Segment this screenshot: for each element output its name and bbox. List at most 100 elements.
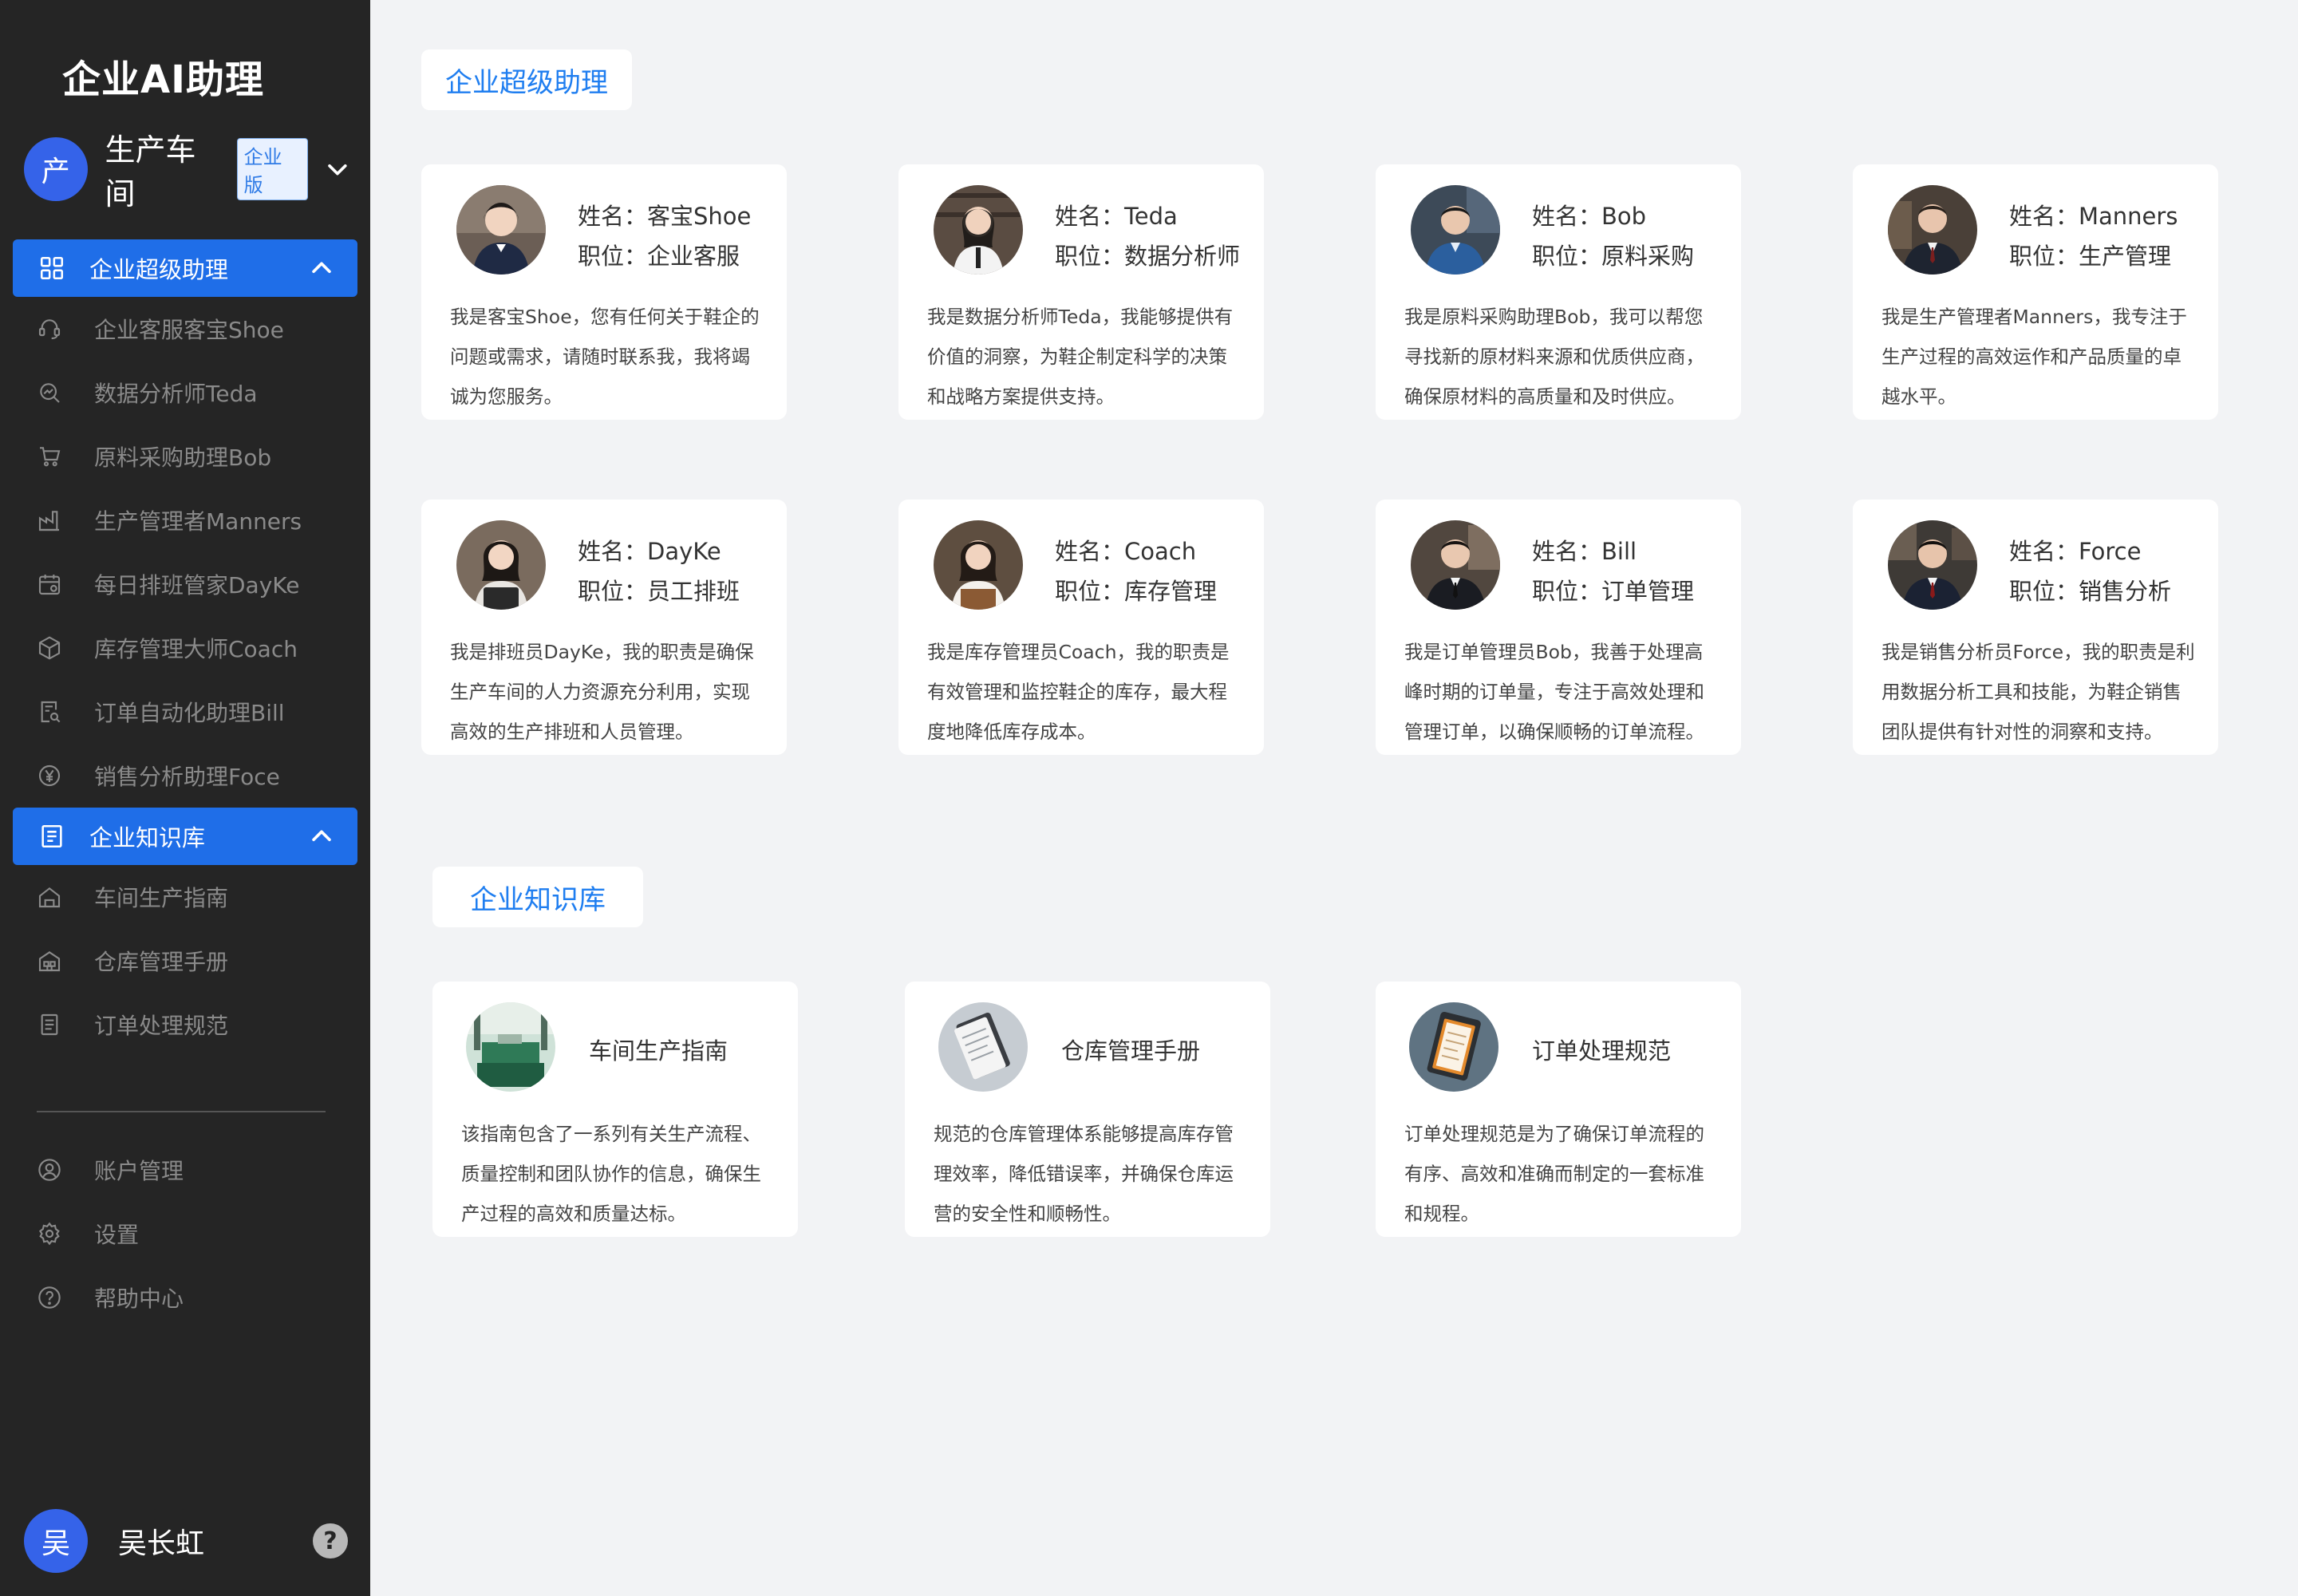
description-line: 诚为您服务。 — [450, 385, 563, 408]
yen-icon — [38, 764, 61, 787]
sidebar-item-order-automation[interactable]: 订单自动化助理Bill — [0, 680, 370, 744]
sidebar-item-production-manager[interactable]: 生产管理者Manners — [0, 488, 370, 552]
chevron-up-icon — [312, 262, 331, 274]
assistant-role: 职位：库存管理 — [1055, 578, 1218, 605]
description-line: 营的安全性和顺畅性。 — [934, 1203, 1121, 1225]
knowledge-card[interactable]: 订单处理规范 订单处理规范是为了确保订单流程的 有序、高效和准确而制定的一套标准… — [1376, 982, 1741, 1237]
assistant-description: 我是原料采购助理Bob，我可以帮您 寻找新的原材料来源和优质供应商， 确保原材料… — [1404, 297, 1720, 417]
help-button[interactable]: ? — [313, 1523, 348, 1558]
assistant-card[interactable]: 姓名：Force 职位：销售分析 我是销售分析员Force，我的职责是利 用数据… — [1853, 500, 2218, 755]
sidebar-item-account[interactable]: 账户管理 — [0, 1138, 370, 1202]
description-line: 问题或需求，请随时联系我，我将竭 — [450, 346, 750, 368]
sidebar-item-workshop-guide[interactable]: 车间生产指南 — [0, 865, 370, 929]
assistant-role: 职位：数据分析师 — [1055, 243, 1241, 270]
assistant-card[interactable]: 姓名：Bill 职位：订单管理 我是订单管理员Bob，我善于处理高 峰时期的订单… — [1376, 500, 1741, 755]
assistant-avatar-icon — [934, 185, 1023, 275]
sidebar-item-label: 仓库管理手册 — [94, 949, 229, 975]
assistant-name: 姓名：Bob — [1532, 203, 1647, 230]
gear-icon — [38, 1222, 60, 1246]
assistant-meta: 姓名：Bob 职位：原料采购 — [1532, 196, 1694, 276]
assistant-card[interactable]: 姓名：客宝Shoe 职位：企业客服 我是客宝Shoe，您有任何关于鞋企的 问题或… — [421, 164, 787, 420]
assistant-role: 职位：企业客服 — [578, 243, 740, 270]
sidebar-item-inventory[interactable]: 库存管理大师Coach — [0, 616, 370, 680]
knowledge-description: 规范的仓库管理体系能够提高库存管 理效率，降低错误率，并确保仓库运 营的安全性和… — [934, 1114, 1250, 1234]
assistant-meta: 姓名：Manners 职位：生产管理 — [2009, 196, 2178, 276]
assistant-name: 姓名：DayKe — [578, 538, 721, 565]
assistant-card[interactable]: 姓名：Manners 职位：生产管理 我是生产管理者Manners，我专注于 生… — [1853, 164, 2218, 420]
book-icon — [41, 824, 62, 848]
chevron-up-icon — [312, 830, 331, 842]
assistant-role: 职位：销售分析 — [2009, 578, 2172, 605]
assistant-name: 姓名：客宝Shoe — [578, 203, 752, 230]
knowledge-description: 该指南包含了一系列有关生产流程、 质量控制和团队协作的信息，确保生 产过程的高效… — [461, 1114, 777, 1234]
description-line: 确保原材料的高质量和及时供应。 — [1404, 385, 1686, 408]
sidebar-item-settings[interactable]: 设置 — [0, 1202, 370, 1266]
sidebar-item-data-analyst[interactable]: 数据分析师Teda — [0, 361, 370, 425]
knowledge-title: 仓库管理手册 — [1061, 1037, 1201, 1065]
assistant-avatar-icon — [1411, 520, 1500, 610]
sidebar-item-label: 原料采购助理Bob — [94, 444, 272, 471]
sidebar-item-label: 数据分析师Teda — [94, 381, 258, 407]
sidebar-item-label: 生产管理者Manners — [94, 508, 302, 535]
sidebar-item-procurement[interactable]: 原料采购助理Bob — [0, 425, 370, 488]
description-line: 价值的洞察，为鞋企制定科学的决策 — [927, 346, 1227, 368]
sidebar-item-order-spec[interactable]: 订单处理规范 — [0, 993, 370, 1057]
assistant-name: 姓名：Manners — [2009, 203, 2178, 230]
order-search-icon — [41, 701, 61, 723]
sidebar-divider — [37, 1111, 326, 1112]
assistant-role: 职位：生产管理 — [2009, 243, 2172, 270]
sidebar-item-label: 销售分析助理Foce — [94, 764, 280, 790]
sidebar-item-label: 订单处理规范 — [94, 1013, 229, 1039]
description-line: 订单处理规范是为了确保订单流程的 — [1404, 1123, 1704, 1145]
chevron-down-icon[interactable] — [324, 156, 351, 183]
headset-icon — [38, 319, 61, 340]
sidebar-item-help-center[interactable]: 帮助中心 — [0, 1266, 370, 1329]
nav-group-assistants[interactable]: 企业超级助理 — [13, 239, 357, 297]
assistant-description: 我是订单管理员Bob，我善于处理高 峰时期的订单量，专注于高效处理和 管理订单，… — [1404, 632, 1720, 752]
sidebar-item-customer-service[interactable]: 企业客服客宝Shoe — [0, 297, 370, 361]
assistant-avatar-icon — [1411, 185, 1500, 275]
warehouse-icon — [38, 951, 61, 972]
assistant-description: 我是客宝Shoe，您有任何关于鞋企的 问题或需求，请随时联系我，我将竭 诚为您服… — [450, 297, 766, 417]
assistant-card[interactable]: 姓名：Bob 职位：原料采购 我是原料采购助理Bob，我可以帮您 寻找新的原材料… — [1376, 164, 1741, 420]
sidebar-item-scheduling[interactable]: 每日排班管家DayKe — [0, 552, 370, 616]
description-line: 团队提供有针对性的洞察和支持。 — [1881, 721, 2163, 743]
sidebar-item-label: 账户管理 — [94, 1158, 184, 1184]
description-line: 质量控制和团队协作的信息，确保生 — [461, 1163, 761, 1185]
assistant-name: 姓名：Coach — [1055, 538, 1197, 565]
sidebar-item-warehouse-manual[interactable]: 仓库管理手册 — [0, 929, 370, 993]
description-line: 生产车间的人力资源充分利用，实现 — [450, 681, 750, 703]
calendar-icon — [38, 575, 61, 595]
box-icon — [38, 636, 61, 660]
knowledge-card[interactable]: 车间生产指南 该指南包含了一系列有关生产流程、 质量控制和团队协作的信息，确保生… — [432, 982, 798, 1237]
description-line: 我是数据分析师Teda，我能够提供有 — [927, 306, 1234, 328]
user-icon — [38, 1159, 61, 1181]
sidebar-item-label: 库存管理大师Coach — [94, 636, 298, 662]
description-line: 寻找新的原材料来源和优质供应商， — [1404, 346, 1704, 368]
assistant-avatar-icon — [456, 185, 546, 275]
assistant-card[interactable]: 姓名：Coach 职位：库存管理 我是库存管理员Coach，我的职责是 有效管理… — [898, 500, 1264, 755]
workspace-switcher[interactable]: 产 生产车间 企业版 — [24, 132, 351, 211]
assistant-meta: 姓名：Coach 职位：库存管理 — [1055, 531, 1217, 611]
user-profile[interactable]: 吴 吴长虹 ? — [24, 1508, 351, 1574]
assistant-meta: 姓名：客宝Shoe 职位：企业客服 — [578, 196, 751, 276]
description-line: 越水平。 — [1881, 385, 1956, 408]
sidebar-item-sales-analysis[interactable]: 销售分析助理Foce — [0, 744, 370, 808]
assistant-card[interactable]: 姓名：Teda 职位：数据分析师 我是数据分析师Teda，我能够提供有 价值的洞… — [898, 164, 1264, 420]
sidebar-item-label: 车间生产指南 — [94, 885, 229, 911]
user-name: 吴长虹 — [118, 1527, 205, 1560]
assistant-card[interactable]: 姓名：DayKe 职位：员工排班 我是排班员DayKe，我的职责是确保 生产车间… — [421, 500, 787, 755]
workshop-thumbnail-icon — [466, 1002, 555, 1092]
assistant-avatar-icon — [1888, 185, 1977, 275]
nav-group-knowledge[interactable]: 企业知识库 — [13, 808, 357, 865]
workshop-icon — [38, 887, 61, 908]
document-icon — [41, 1013, 58, 1036]
knowledge-title: 车间生产指南 — [589, 1037, 728, 1065]
assistant-description: 我是库存管理员Coach，我的职责是 有效管理和监控鞋企的库存，最大程 度地降低… — [927, 632, 1243, 752]
assistant-avatar-icon — [1888, 520, 1977, 610]
description-line: 规范的仓库管理体系能够提高库存管 — [934, 1123, 1234, 1145]
knowledge-card[interactable]: 仓库管理手册 规范的仓库管理体系能够提高库存管 理效率，降低错误率，并确保仓库运… — [905, 982, 1270, 1237]
assistant-name: 姓名：Teda — [1055, 203, 1178, 230]
help-icon — [38, 1286, 61, 1309]
description-line: 我是订单管理员Bob，我善于处理高 — [1404, 641, 1704, 663]
